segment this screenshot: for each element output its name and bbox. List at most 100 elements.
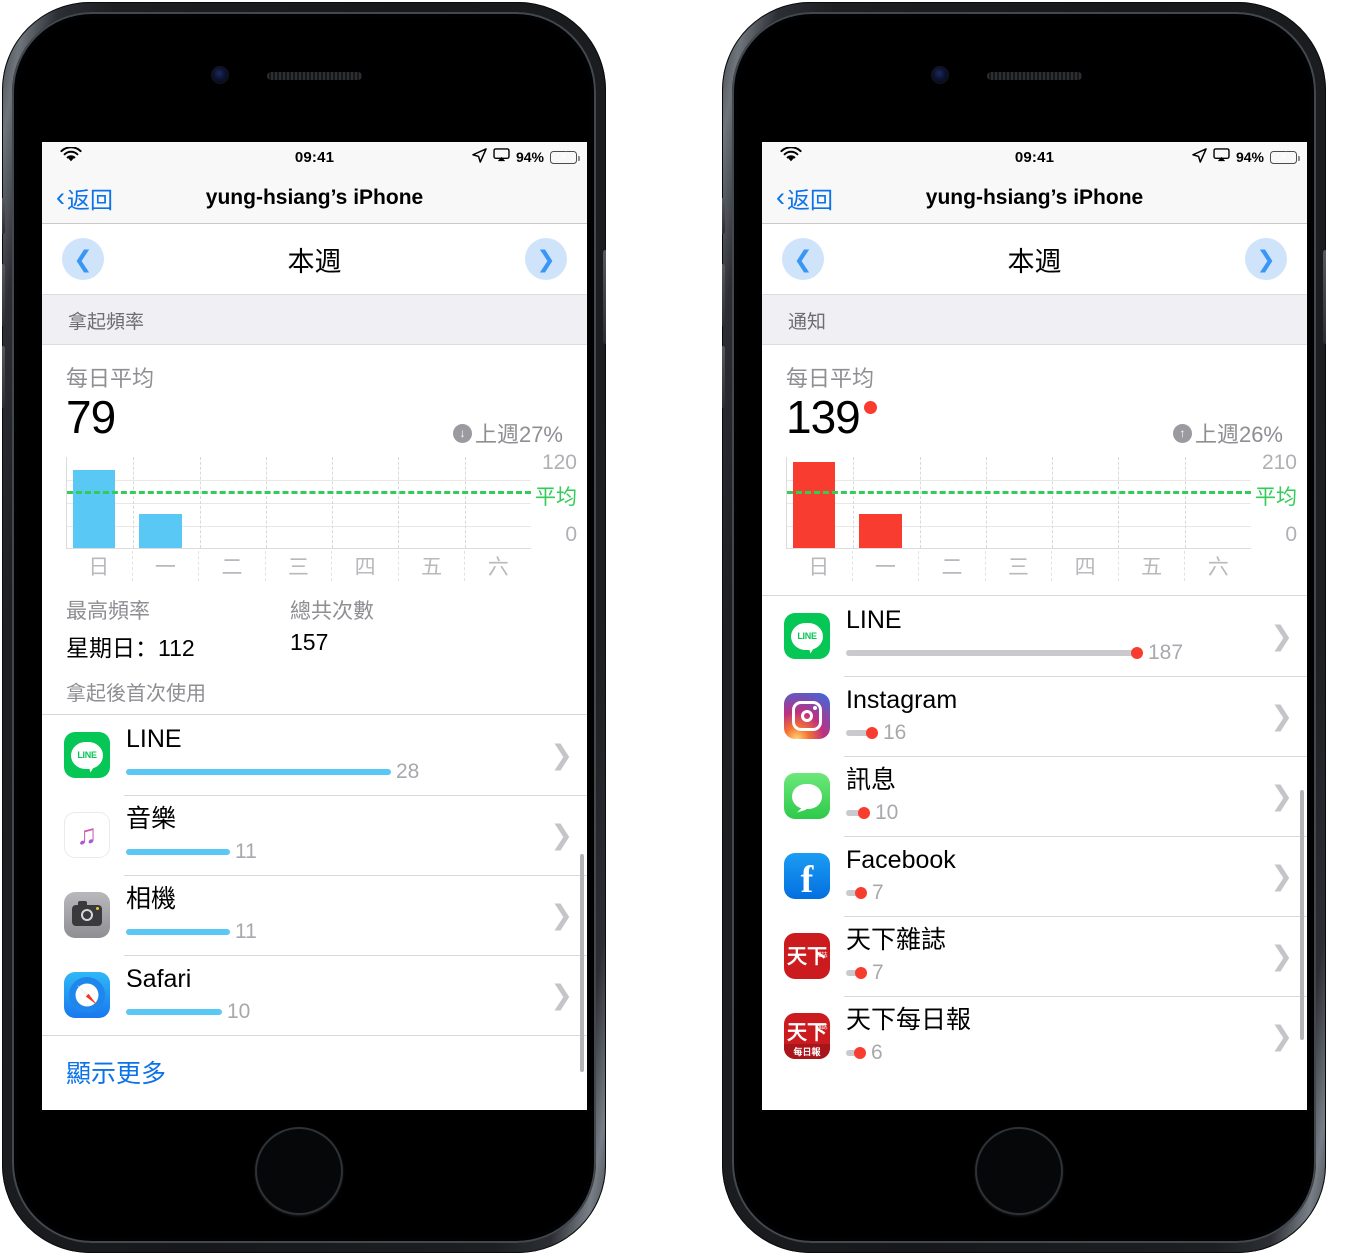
- next-week-button[interactable]: ❯: [525, 238, 567, 280]
- arrow-up-icon: ↑: [1172, 423, 1192, 443]
- app-name: Facebook: [846, 846, 956, 875]
- battery-charging-icon: ⚡: [550, 150, 580, 164]
- earpiece-speaker-icon: [267, 72, 362, 80]
- chart-x-axis: 日 一 二 三 四 五 六: [66, 551, 531, 581]
- average-label: 平均: [1255, 486, 1297, 509]
- list-item[interactable]: Safari 10 ❯: [42, 955, 587, 1035]
- comparison-text: 上週26%: [1194, 422, 1283, 447]
- stat-total-pickups: 總共次數 157: [290, 595, 514, 663]
- next-week-button[interactable]: ❯: [1245, 238, 1287, 280]
- x-tick: 三: [986, 551, 1053, 581]
- list-item[interactable]: Instagram 16 ❯: [762, 676, 1307, 756]
- list-item[interactable]: LINE LINE 28 ❯: [42, 715, 587, 795]
- x-tick: 二: [199, 551, 266, 581]
- battery-percent: 94%: [515, 149, 544, 165]
- airplay-icon: [493, 148, 510, 166]
- scrollbar[interactable]: [580, 854, 584, 1072]
- app-count: 7: [872, 960, 884, 984]
- app-name: Safari: [126, 965, 192, 994]
- list-item[interactable]: LINE LINE 187 ❯: [762, 596, 1307, 676]
- chevron-right-icon: ❯: [1270, 620, 1293, 651]
- volume-down-button[interactable]: [722, 346, 725, 408]
- app-name: 相機: [126, 885, 177, 914]
- list-item[interactable]: 相機 11 ❯: [42, 875, 587, 955]
- volume-up-button[interactable]: [722, 264, 725, 326]
- mute-switch[interactable]: [722, 198, 725, 234]
- power-button[interactable]: [603, 250, 606, 344]
- status-right-cluster: 94% ⚡: [472, 147, 580, 167]
- scrollbar[interactable]: [1300, 790, 1304, 1040]
- mute-switch[interactable]: [2, 198, 5, 234]
- list-item[interactable]: 訊息 10 ❯: [762, 756, 1307, 836]
- y-axis-min-label: 0: [1285, 523, 1297, 546]
- earpiece-speaker-icon: [987, 72, 1082, 80]
- app-count: 28: [396, 759, 420, 783]
- navigation-bar: ‹ 返回 yung-hsiang’s iPhone: [42, 172, 587, 224]
- app-count: 10: [875, 800, 899, 824]
- line-icon: LINE: [784, 613, 830, 659]
- screenshot-stage: 09:41 94% ⚡ ‹ 返回 yung-hsiang’s iPhone ❮ …: [0, 0, 1346, 1255]
- volume-down-button[interactable]: [2, 346, 5, 408]
- arrow-down-icon: ↓: [452, 423, 472, 443]
- home-button[interactable]: [257, 1129, 341, 1213]
- app-name: Instagram: [846, 686, 958, 715]
- home-button[interactable]: [977, 1129, 1061, 1213]
- app-name: LINE: [846, 606, 902, 635]
- chart-bars: [67, 457, 531, 548]
- stat-key: 最高頻率: [66, 600, 150, 623]
- x-tick: 四: [332, 551, 399, 581]
- x-tick: 日: [66, 551, 133, 581]
- navigation-bar: ‹ 返回 yung-hsiang’s iPhone: [762, 172, 1307, 224]
- x-tick: 四: [1052, 551, 1119, 581]
- pickup-app-list: LINE LINE 28 ❯ ♫ 音樂 11 ❯ 相機 11 ❯ Safari …: [42, 714, 587, 1035]
- back-button[interactable]: ‹ 返回: [56, 181, 113, 215]
- pickups-chart: 120 平均 0 日 一 二 三 四 五 六: [42, 449, 587, 581]
- show-more-button[interactable]: 顯示更多: [42, 1035, 587, 1100]
- chevron-right-icon: ❯: [536, 245, 556, 272]
- chevron-right-icon: ❯: [550, 979, 573, 1010]
- screen-left: 09:41 94% ⚡ ‹ 返回 yung-hsiang’s iPhone ❮ …: [42, 142, 587, 1110]
- week-selector: ❮ 本週 ❯: [42, 224, 587, 294]
- week-selector-title: 本週: [287, 246, 342, 277]
- summary-label: 每日平均: [786, 366, 875, 391]
- x-tick: 三: [266, 551, 333, 581]
- first-used-after-pickup-label: 拿起後首次使用: [66, 683, 206, 705]
- app-count: 16: [883, 720, 907, 744]
- chart-plot-area: [786, 457, 1251, 549]
- back-button[interactable]: ‹ 返回: [776, 181, 833, 215]
- safari-icon: [64, 972, 110, 1018]
- volume-up-button[interactable]: [2, 264, 5, 326]
- app-name: 天下每日報: [846, 1006, 972, 1035]
- stat-value: 星期日：112: [66, 635, 195, 661]
- previous-week-button[interactable]: ❮: [782, 238, 824, 280]
- page-title: yung-hsiang’s iPhone: [925, 185, 1144, 209]
- commonwealth-icon: 天下 雜誌: [784, 933, 830, 979]
- instagram-icon: [784, 693, 830, 739]
- list-item[interactable]: f Facebook 7 ❯: [762, 836, 1307, 916]
- chevron-right-icon: ❯: [550, 819, 573, 850]
- app-count: 7: [872, 880, 884, 904]
- commonwealth-daily-icon: 天下 雜誌 每日報: [784, 1013, 830, 1059]
- chart-bars: [787, 457, 1251, 548]
- x-tick: 五: [399, 551, 466, 581]
- y-axis-min-label: 0: [565, 523, 577, 546]
- list-item[interactable]: 天下 雜誌 每日報 天下每日報 6 ❯: [762, 996, 1307, 1076]
- notification-dot-icon: [863, 401, 877, 414]
- x-tick: 日: [786, 551, 853, 581]
- summary-block-pickups: 每日平均 79 ↓ 上週27%: [42, 345, 587, 449]
- previous-week-button[interactable]: ❮: [62, 238, 104, 280]
- status-bar: 09:41 94% ⚡: [42, 142, 587, 172]
- chart-x-axis: 日 一 二 三 四 五 六: [786, 551, 1251, 581]
- meter-dot-icon: [858, 806, 870, 819]
- week-selector: ❮ 本週 ❯: [762, 224, 1307, 294]
- list-item[interactable]: 天下 雜誌 天下雜誌 7 ❯: [762, 916, 1307, 996]
- power-button[interactable]: [1323, 250, 1326, 344]
- x-tick: 二: [919, 551, 986, 581]
- notifications-chart: 210 平均 0 日 一 二 三 四 五 六: [762, 449, 1307, 581]
- list-item[interactable]: ♫ 音樂 11 ❯: [42, 795, 587, 875]
- chevron-right-icon: ❯: [1270, 860, 1293, 891]
- airplay-icon: [1213, 148, 1230, 166]
- week-selector-title: 本週: [1007, 246, 1062, 277]
- chevron-right-icon: ❯: [1270, 940, 1293, 971]
- chevron-right-icon: ❯: [1270, 1020, 1293, 1051]
